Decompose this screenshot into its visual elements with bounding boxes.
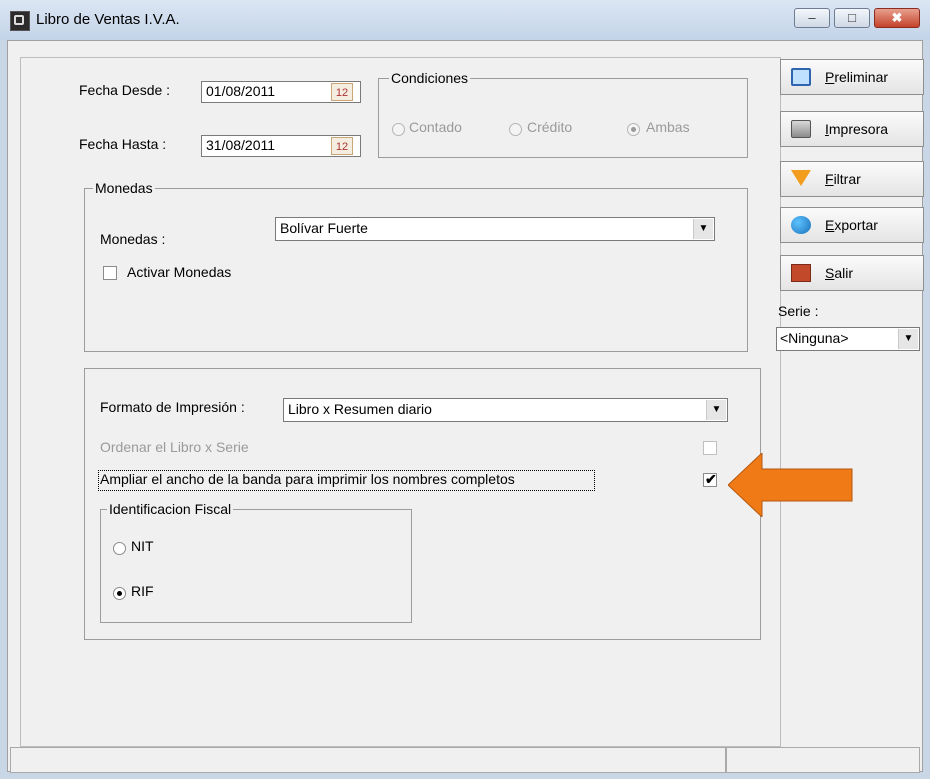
impresion-group: Formato de Impresión : Libro x Resumen d… xyxy=(84,368,761,640)
activar-monedas-label: Activar Monedas xyxy=(127,264,232,280)
monedas-value: Bolívar Fuerte xyxy=(280,220,368,236)
contado-label: Contado xyxy=(409,119,462,135)
close-icon: ✖ xyxy=(891,10,903,25)
credito-label: Crédito xyxy=(527,119,573,135)
filtrar-button[interactable]: Filtrar xyxy=(780,161,924,197)
preliminar-button[interactable]: Preliminar xyxy=(780,59,924,95)
status-panel-main xyxy=(10,747,726,773)
status-bar xyxy=(10,747,920,773)
client-area: Fecha Desde : 01/08/2011 12 Fecha Hasta … xyxy=(7,40,924,772)
minimize-button[interactable]: – xyxy=(794,8,830,28)
maximize-icon: □ xyxy=(848,10,856,25)
maximize-button[interactable]: □ xyxy=(834,8,870,28)
exit-door-icon xyxy=(791,264,811,282)
nit-radio[interactable] xyxy=(113,542,126,555)
formato-impresion-value: Libro x Resumen diario xyxy=(288,401,432,417)
monedas-title: Monedas xyxy=(93,180,155,196)
minimize-icon: – xyxy=(808,10,816,25)
calendar-icon[interactable]: 12 xyxy=(331,137,353,155)
title-bar[interactable]: Libro de Ventas I.V.A. – □ ✖ xyxy=(0,0,930,40)
ampliar-banda-label: Ampliar el ancho de la banda para imprim… xyxy=(100,471,515,487)
app-icon xyxy=(10,11,30,31)
identificacion-fiscal-group: Identificacion Fiscal NIT RIF xyxy=(100,501,412,623)
nit-label: NIT xyxy=(131,538,154,554)
credito-radio[interactable] xyxy=(509,123,522,136)
activar-monedas-checkbox[interactable] xyxy=(103,266,117,280)
monedas-label: Monedas : xyxy=(100,231,166,247)
fecha-hasta-label: Fecha Hasta : xyxy=(79,136,167,152)
monedas-group: Monedas Monedas : Bolívar Fuerte ▼ Activ… xyxy=(84,180,748,352)
condiciones-title: Condiciones xyxy=(389,70,471,86)
formato-impresion-select[interactable]: Libro x Resumen diario ▼ xyxy=(283,398,728,422)
window: Libro de Ventas I.V.A. – □ ✖ Fecha Desde… xyxy=(0,0,930,779)
chevron-down-icon[interactable]: ▼ xyxy=(706,400,726,420)
monitor-icon xyxy=(791,68,811,86)
printer-icon xyxy=(791,120,811,138)
calendar-icon[interactable]: 12 xyxy=(331,83,353,101)
serie-value: <Ninguna> xyxy=(780,330,849,346)
window-title: Libro de Ventas I.V.A. xyxy=(36,11,180,28)
chevron-down-icon[interactable]: ▼ xyxy=(693,219,713,239)
ampliar-banda-checkbox[interactable]: ✔ xyxy=(703,471,717,487)
arrow-icon xyxy=(728,453,853,517)
identificacion-fiscal-title: Identificacion Fiscal xyxy=(107,501,234,517)
serie-select[interactable]: <Ninguna> ▼ xyxy=(776,327,920,351)
chevron-down-icon[interactable]: ▼ xyxy=(898,329,918,349)
main-panel: Fecha Desde : 01/08/2011 12 Fecha Hasta … xyxy=(20,57,781,747)
rif-label: RIF xyxy=(131,583,154,599)
globe-icon xyxy=(791,216,811,234)
ordenar-serie-checkbox[interactable] xyxy=(703,441,717,455)
condiciones-group: Condiciones Contado Crédito Ambas xyxy=(378,70,748,158)
impresora-button[interactable]: Impresora xyxy=(780,111,924,147)
ambas-label: Ambas xyxy=(646,119,690,135)
status-panel-side xyxy=(726,747,920,773)
fecha-desde-label: Fecha Desde : xyxy=(79,82,171,98)
exportar-button[interactable]: Exportar xyxy=(780,207,924,243)
close-button[interactable]: ✖ xyxy=(874,8,920,28)
check-icon: ✔ xyxy=(705,471,717,487)
salir-button[interactable]: Salir xyxy=(780,255,924,291)
ambas-radio[interactable] xyxy=(627,123,640,136)
filter-icon xyxy=(791,170,811,186)
contado-radio[interactable] xyxy=(392,123,405,136)
rif-radio[interactable] xyxy=(113,587,126,600)
formato-impresion-label: Formato de Impresión : xyxy=(100,399,245,415)
ordenar-serie-label: Ordenar el Libro x Serie xyxy=(100,439,249,455)
serie-label: Serie : xyxy=(778,303,819,319)
monedas-select[interactable]: Bolívar Fuerte ▼ xyxy=(275,217,715,241)
